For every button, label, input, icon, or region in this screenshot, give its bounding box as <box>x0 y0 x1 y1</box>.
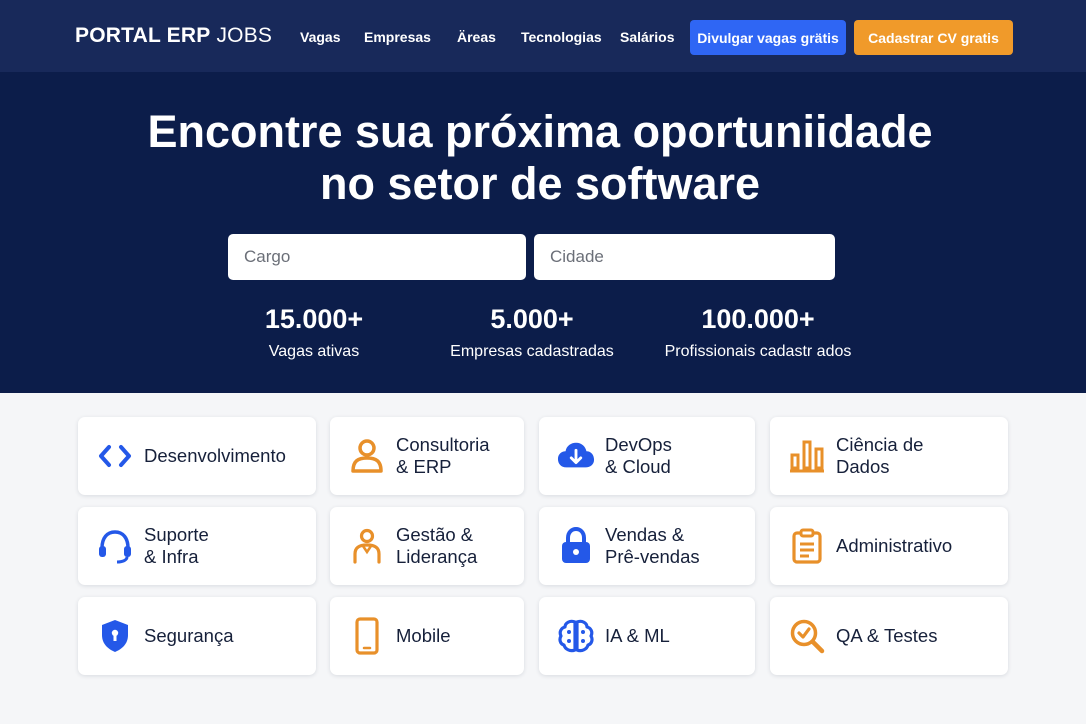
mobile-icon <box>348 617 386 655</box>
category-label: Desenvolvimento <box>144 445 286 466</box>
hero-title: Encontre sua próxima oportuniidade no se… <box>120 106 960 210</box>
category-label: Consultoria & ERP <box>396 434 490 477</box>
role-search-input[interactable] <box>228 234 526 280</box>
user-icon <box>348 437 386 475</box>
nav-link-salarios[interactable]: Salários <box>620 29 674 45</box>
post-jobs-button[interactable]: Divulgar vagas grätis <box>690 20 846 55</box>
category-card-consultoria-erp[interactable]: Consultoria & ERP <box>330 417 524 495</box>
stat-value: 5.000+ <box>490 304 574 334</box>
category-card-administrativo[interactable]: Administrativo <box>770 507 1008 585</box>
category-card-gestao-lideranca[interactable]: Gestão & Liderança <box>330 507 524 585</box>
top-navbar: PORTAL ERP JOBS Vagas Empresas Äreas Tec… <box>0 0 1086 72</box>
cloud-download-icon <box>557 437 595 475</box>
category-label: Gestão & Liderança <box>396 524 478 567</box>
category-card-qa-testes[interactable]: QA & Testes <box>770 597 1008 675</box>
stat-value: 15.000+ <box>264 304 364 334</box>
category-label: Ciência de Dados <box>836 434 924 477</box>
shield-icon <box>96 617 134 655</box>
hero-title-line2: no setor de software <box>319 158 761 209</box>
stat-professionals: 100.000+ Profissionais cadastr ados <box>658 304 858 361</box>
stat-label: Profissionais cadastr ados <box>664 343 852 360</box>
stat-value: 100.000+ <box>701 304 815 334</box>
category-card-devops-cloud[interactable]: DevOps & Cloud <box>539 417 755 495</box>
category-label: Vendas & Prê-vendas <box>605 524 700 567</box>
category-card-seguranca[interactable]: Segurança <box>78 597 316 675</box>
stat-companies: 5.000+ Empresas cadastradas <box>432 304 632 361</box>
stat-active-jobs: 15.000+ Vagas ativas <box>214 304 414 361</box>
category-card-ia-ml[interactable]: IA & ML <box>539 597 755 675</box>
category-label: Segurança <box>144 625 234 646</box>
nav-link-tecnologias[interactable]: Tecnologias <box>521 29 602 45</box>
nav-link-empresas[interactable]: Empresas <box>364 29 431 45</box>
stat-label: Empresas cadastradas <box>450 343 614 360</box>
category-label: Mobile <box>396 625 451 646</box>
register-cv-button[interactable]: Cadastrar CV gratis <box>854 20 1013 55</box>
category-label: DevOps & Cloud <box>605 434 672 477</box>
category-card-suporte-infra[interactable]: Suporte & Infra <box>78 507 316 585</box>
category-card-ciencia-de-dados[interactable]: Ciência de Dados <box>770 417 1008 495</box>
magnifier-check-icon <box>788 617 826 655</box>
brand-logo[interactable]: PORTAL ERP JOBS <box>75 24 272 48</box>
hero-title-line1: Encontre sua próxima oportuniidade <box>147 106 933 157</box>
clipboard-icon <box>788 527 826 565</box>
code-icon <box>96 437 134 475</box>
category-label: Administrativo <box>836 535 953 556</box>
category-card-vendas-pre-vendas[interactable]: Vendas & Prê-vendas <box>539 507 755 585</box>
nav-link-vagas[interactable]: Vagas <box>300 29 340 45</box>
brand-name-light: JOBS <box>216 24 273 47</box>
category-label: Suporte & Infra <box>144 524 209 567</box>
brain-icon <box>557 617 595 655</box>
person-icon <box>348 527 386 565</box>
lock-icon <box>557 527 595 565</box>
brand-name-bold: PORTAL ERP <box>75 24 211 47</box>
bar-chart-icon <box>788 437 826 475</box>
hero-section: Encontre sua próxima oportuniidade no se… <box>0 72 1086 393</box>
headset-icon <box>96 527 134 565</box>
category-label: QA & Testes <box>836 625 938 646</box>
stat-label: Vagas ativas <box>268 343 360 360</box>
city-search-input[interactable] <box>534 234 835 280</box>
category-card-desenvolvimento[interactable]: Desenvolvimento <box>78 417 316 495</box>
category-card-mobile[interactable]: Mobile <box>330 597 524 675</box>
nav-link-areas[interactable]: Äreas <box>457 29 496 45</box>
category-label: IA & ML <box>605 625 670 646</box>
